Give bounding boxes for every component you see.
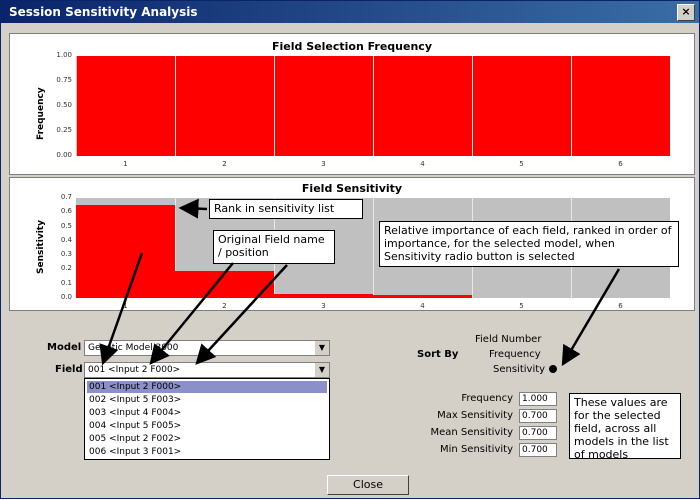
arrow-to-field-name (195, 264, 288, 365)
arrow-to-field-index (149, 262, 234, 365)
arrow-rank (178, 198, 208, 219)
arrow-to-sensitivity (561, 268, 621, 367)
annotation-arrows (99, 198, 621, 367)
session-sensitivity-window: Session Sensitivity Analysis × Field Sel… (0, 0, 700, 499)
arrow-to-field (99, 252, 144, 366)
